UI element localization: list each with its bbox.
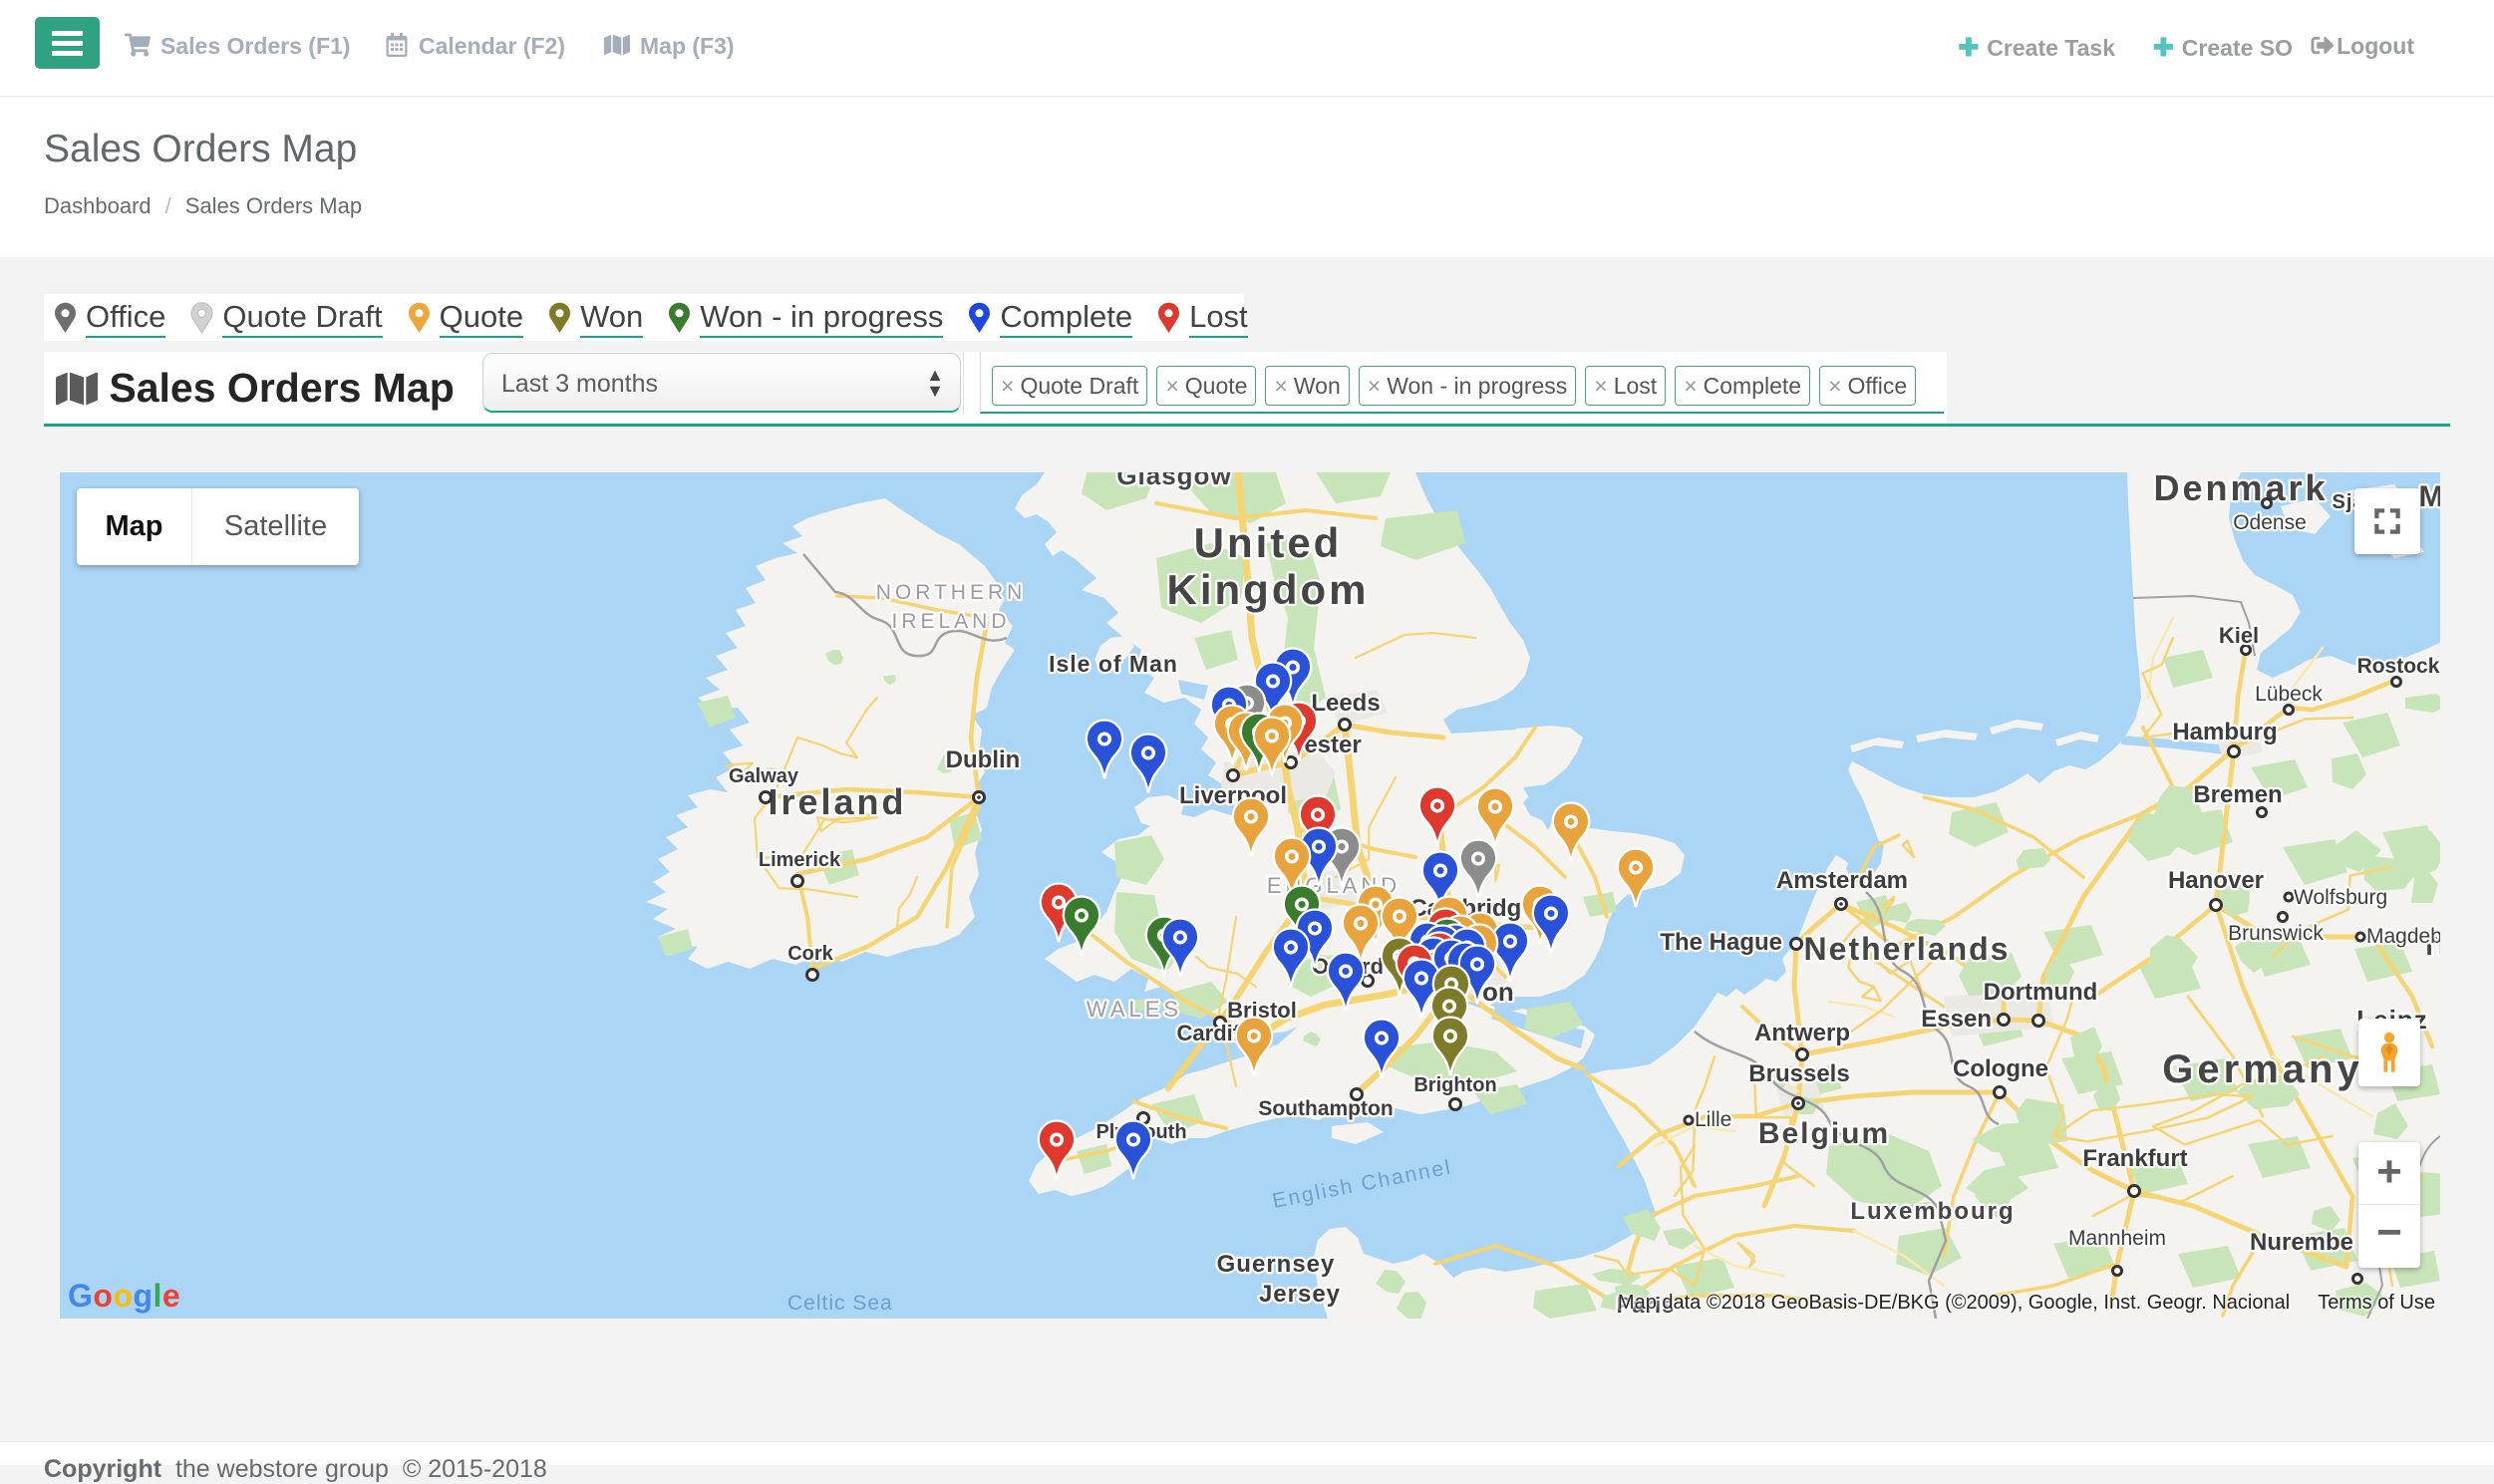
- svg-text:Dublin: Dublin: [946, 746, 1021, 773]
- svg-text:Guernsey: Guernsey: [1217, 1251, 1336, 1278]
- svg-text:ester: ester: [1304, 732, 1361, 758]
- svg-text:Glasgow: Glasgow: [1116, 472, 1231, 490]
- svg-text:Bremen: Bremen: [2193, 781, 2282, 808]
- svg-text:Limerick: Limerick: [759, 849, 841, 871]
- svg-text:Leeds: Leeds: [1311, 690, 1380, 717]
- svg-text:Hamburg: Hamburg: [2172, 719, 2277, 745]
- svg-text:Mannheim: Mannheim: [2068, 1227, 2166, 1250]
- svg-text:WALES: WALES: [1087, 997, 1182, 1022]
- svg-text:Germany: Germany: [2162, 1047, 2362, 1091]
- svg-text:Odense: Odense: [2233, 511, 2307, 534]
- svg-text:Celtic Sea: Celtic Sea: [787, 1292, 893, 1315]
- svg-text:Nurembe: Nurembe: [2250, 1229, 2353, 1256]
- svg-text:Brunswick: Brunswick: [2228, 922, 2324, 945]
- svg-text:Kingdom: Kingdom: [1167, 566, 1370, 613]
- svg-text:Lille: Lille: [1695, 1108, 1731, 1131]
- svg-text:Liverpool: Liverpool: [1179, 782, 1287, 809]
- svg-text:The Hague: The Hague: [1660, 929, 1782, 956]
- svg-text:Essen: Essen: [1921, 1006, 1992, 1033]
- svg-text:Isle of Man: Isle of Man: [1049, 651, 1178, 677]
- svg-text:Netherlands: Netherlands: [1804, 931, 2011, 967]
- svg-text:M: M: [2419, 480, 2441, 513]
- svg-text:Hanover: Hanover: [2168, 867, 2264, 894]
- svg-text:Amsterdam: Amsterdam: [1776, 867, 1908, 894]
- svg-text:Frankfurt: Frankfurt: [2082, 1145, 2187, 1172]
- svg-text:Belgium: Belgium: [1758, 1117, 1890, 1150]
- svg-text:Cork: Cork: [787, 943, 833, 965]
- svg-text:Dortmund: Dortmund: [1984, 979, 2098, 1006]
- svg-text:Brighton: Brighton: [1413, 1074, 1496, 1096]
- svg-text:Cologne: Cologne: [1953, 1055, 2048, 1082]
- svg-text:Lübeck: Lübeck: [2255, 683, 2323, 706]
- svg-text:NORTHERN: NORTHERN: [876, 581, 1027, 604]
- svg-text:Denmark: Denmark: [2153, 472, 2328, 508]
- svg-text:Wolfsburg: Wolfsburg: [2294, 886, 2387, 909]
- svg-text:Luxembourg: Luxembourg: [1850, 1198, 2015, 1225]
- svg-text:Rostock: Rostock: [2357, 655, 2440, 678]
- svg-text:Ireland: Ireland: [768, 781, 906, 822]
- svg-text:United: United: [1194, 519, 1343, 566]
- svg-text:IRELAND: IRELAND: [891, 610, 1010, 633]
- svg-text:Jersey: Jersey: [1259, 1281, 1341, 1308]
- svg-text:Antwerp: Antwerp: [1754, 1020, 1850, 1046]
- svg-text:Southampton: Southampton: [1258, 1097, 1393, 1120]
- svg-text:Galway: Galway: [729, 765, 799, 787]
- svg-text:Magdeb: Magdeb: [2366, 925, 2440, 948]
- svg-text:Kiel: Kiel: [2219, 623, 2259, 648]
- svg-text:Brussels: Brussels: [1748, 1060, 1849, 1087]
